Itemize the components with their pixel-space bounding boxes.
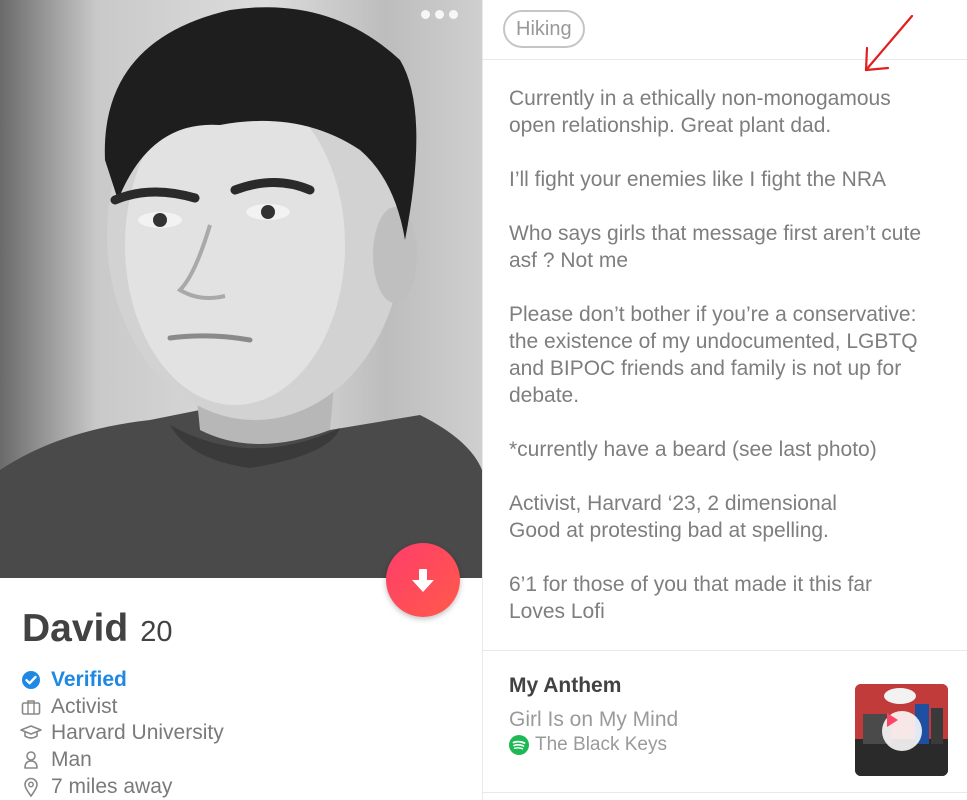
- info-row-school: Harvard University: [20, 720, 224, 747]
- info-text: 7 miles away: [51, 774, 173, 798]
- bio-paragraph: Activist, Harvard ‘23, 2 dimensional Goo…: [509, 492, 837, 542]
- bio-paragraph: Please don’t bother if you’re a conserva…: [509, 303, 918, 407]
- collapse-profile-button[interactable]: [386, 543, 460, 617]
- bio-paragraph: Currently in a ethically non-monogamous …: [509, 87, 891, 137]
- person-icon: [20, 749, 42, 771]
- bio-paragraph: 6’1 for those of you that made it this f…: [509, 573, 873, 623]
- info-text: Man: [51, 748, 92, 772]
- profile-age: 20: [140, 616, 173, 648]
- profile-details: Hiking Currently in a ethically non-mono…: [483, 0, 967, 800]
- play-button[interactable]: [882, 711, 922, 751]
- play-icon: [887, 713, 898, 727]
- profile-info-list: Verified Activist Harvard University Man…: [20, 667, 224, 800]
- anthem-song-title: Girl Is on My Mind: [509, 708, 679, 731]
- bio-text: Currently in a ethically non-monogamous …: [509, 85, 949, 652]
- portrait-illustration: [0, 7, 482, 578]
- info-row-job: Activist: [20, 694, 224, 721]
- divider: [483, 792, 967, 793]
- interest-tag-hiking: Hiking: [503, 10, 585, 48]
- more-options-icon[interactable]: [421, 10, 458, 19]
- album-art[interactable]: [855, 684, 948, 776]
- info-row-verified: Verified: [20, 667, 224, 694]
- profile-name: David: [22, 607, 129, 650]
- verified-badge-icon: [20, 669, 42, 691]
- info-row-gender: Man: [20, 747, 224, 774]
- bio-paragraph: I’ll fight your enemies like I fight the…: [509, 168, 886, 191]
- bio-paragraph: Who says girls that message first aren’t…: [509, 222, 921, 272]
- info-text: Verified: [51, 668, 127, 692]
- divider: [483, 650, 967, 651]
- bio-paragraph: *currently have a beard (see last photo): [509, 438, 877, 461]
- info-text: Activist: [51, 694, 118, 718]
- spotify-icon: [509, 735, 529, 755]
- anthem-artist-row: The Black Keys: [509, 734, 667, 756]
- info-row-distance: 7 miles away: [20, 773, 224, 800]
- anthem-heading: My Anthem: [509, 674, 622, 697]
- briefcase-icon: [20, 696, 42, 718]
- name-age-heading: David 20: [22, 607, 172, 651]
- profile-card: David 20 Verified Activist Harvard Unive…: [0, 0, 482, 800]
- red-arrow-annotation: [864, 14, 914, 72]
- location-pin-icon: [20, 776, 42, 798]
- info-text: Harvard University: [51, 721, 224, 745]
- anthem-artist: The Black Keys: [535, 734, 667, 755]
- arrow-down-icon: [412, 569, 434, 592]
- profile-photo[interactable]: [0, 0, 482, 578]
- graduation-cap-icon: [20, 722, 42, 744]
